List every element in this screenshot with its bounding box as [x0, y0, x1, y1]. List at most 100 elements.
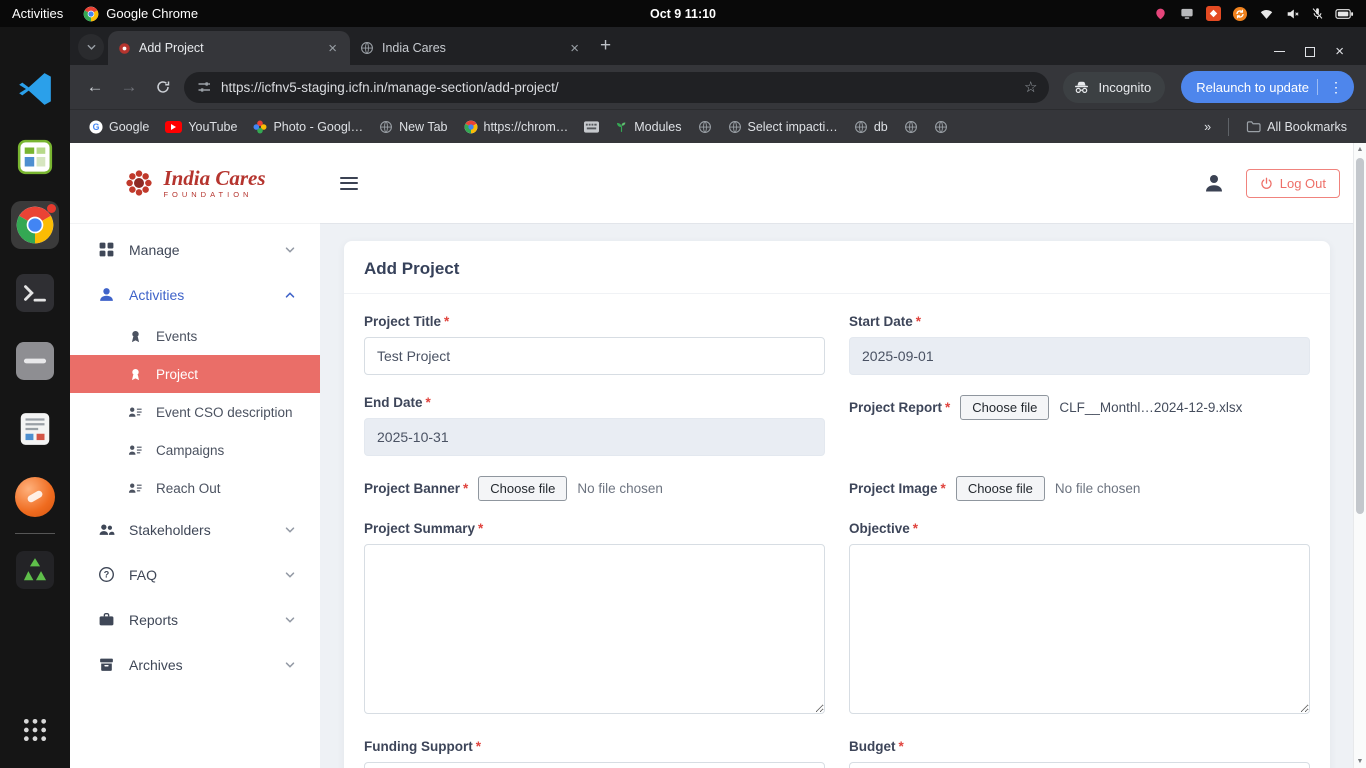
app-grid-button[interactable]	[11, 706, 59, 754]
project-summary-textarea[interactable]	[364, 544, 825, 714]
minimize-button[interactable]	[1274, 51, 1285, 53]
brand-logo[interactable]: India Cares FOUNDATION	[70, 167, 320, 199]
bookmark-select-impact[interactable]: Select impacti…	[721, 116, 845, 138]
divider	[1317, 79, 1318, 95]
chrome-dock-icon[interactable]	[11, 201, 59, 249]
sidebar-item-project[interactable]: Project	[70, 355, 320, 393]
browser-menu-icon[interactable]: ⋮	[1326, 79, 1346, 96]
budget-input[interactable]	[849, 762, 1310, 768]
project-report-choose-file-button[interactable]: Choose file	[960, 395, 1049, 420]
sidebar-item-archives[interactable]: Archives	[70, 642, 320, 687]
scroll-down-arrow[interactable]: ▼	[1357, 755, 1364, 768]
tab-close-icon[interactable]: ×	[567, 39, 582, 58]
recycle-app-icon[interactable]	[11, 546, 59, 594]
youtube-icon	[165, 121, 182, 133]
sidebar-item-reports[interactable]: Reports	[70, 597, 320, 642]
system-tray[interactable]	[1153, 6, 1354, 22]
sidebar-item-events[interactable]: Events	[70, 317, 320, 355]
activities-button[interactable]: Activities	[12, 6, 63, 21]
start-date-label: Start Date*	[849, 314, 1310, 329]
sidebar-item-campaigns[interactable]: Campaigns	[70, 431, 320, 469]
page-scrollbar[interactable]: ▲ ▼	[1353, 143, 1366, 768]
package-app-icon[interactable]	[11, 337, 59, 385]
reload-button[interactable]	[150, 74, 176, 100]
required-asterisk: *	[463, 481, 468, 496]
maximize-button[interactable]	[1305, 47, 1315, 57]
google-photos-icon	[253, 120, 267, 134]
vscode-icon[interactable]	[11, 65, 59, 113]
user-avatar-icon[interactable]	[1202, 171, 1226, 195]
back-button[interactable]: ←	[82, 74, 108, 100]
bookmark-icon-only-globe[interactable]	[897, 116, 925, 138]
scrollbar-thumb[interactable]	[1356, 158, 1364, 514]
os-topbar: Activities Google Chrome Oct 9 11:10	[0, 0, 1366, 27]
chevron-down-icon	[284, 614, 296, 626]
chevron-down-icon	[284, 569, 296, 581]
chevron-down-icon	[284, 524, 296, 536]
globe-icon	[360, 41, 374, 55]
add-project-card: Add Project Project Title* Start Date*	[344, 241, 1330, 768]
sidebar-item-activities[interactable]: Activities	[70, 272, 320, 317]
bookmark-star-icon[interactable]: ☆	[1024, 78, 1037, 96]
tray-app-icon-gray	[1179, 6, 1195, 21]
drawing-app-icon[interactable]	[11, 473, 59, 521]
bookmark-icon-only-globe[interactable]	[927, 116, 955, 138]
project-report-file-name: CLF__Monthl…2024-12-9.xlsx	[1059, 400, 1242, 415]
tray-app-icon-orange	[1206, 6, 1221, 21]
divider	[1228, 118, 1229, 136]
relaunch-to-update-button[interactable]: Relaunch to update ⋮	[1181, 71, 1354, 103]
bookmark-youtube[interactable]: YouTube	[158, 116, 244, 138]
tab-add-project[interactable]: Add Project ×	[108, 31, 350, 65]
funding-support-input[interactable]	[364, 762, 825, 768]
clock[interactable]: Oct 9 11:10	[650, 7, 716, 21]
folder-icon	[1246, 120, 1261, 133]
project-image-choose-file-button[interactable]: Choose file	[956, 476, 1045, 501]
terminal-icon[interactable]	[11, 269, 59, 317]
scroll-up-arrow[interactable]: ▲	[1357, 143, 1364, 156]
all-bookmarks-button[interactable]: All Bookmarks	[1239, 116, 1354, 138]
new-tab-button[interactable]: +	[592, 35, 619, 65]
forward-button[interactable]: →	[116, 74, 142, 100]
libreoffice-calc-icon[interactable]	[11, 133, 59, 181]
sidebar-item-stakeholders[interactable]: Stakeholders	[70, 507, 320, 552]
tab-favicon	[118, 42, 131, 55]
url-text[interactable]: https://icfnv5-staging.icfn.in/manage-se…	[221, 80, 1015, 95]
bookmark-icon-only-globe[interactable]	[691, 116, 719, 138]
bookmark-db[interactable]: db	[847, 116, 895, 138]
end-date-input[interactable]	[364, 418, 825, 456]
person-list-icon	[128, 405, 143, 420]
bookmark-photos[interactable]: Photo - Googl…	[246, 116, 370, 138]
software-update-icon	[1232, 6, 1248, 22]
bookmark-new-tab[interactable]: New Tab	[372, 116, 454, 138]
document-viewer-icon[interactable]	[11, 405, 59, 453]
tab-india-cares[interactable]: India Cares ×	[350, 31, 592, 65]
sidebar-toggle-button[interactable]	[334, 171, 364, 196]
objective-textarea[interactable]	[849, 544, 1310, 714]
project-title-input[interactable]	[364, 337, 825, 375]
tab-search-button[interactable]	[78, 34, 104, 60]
chevron-down-icon	[284, 244, 296, 256]
sidebar-item-reach-out[interactable]: Reach Out	[70, 469, 320, 507]
logout-button[interactable]: Log Out	[1246, 169, 1340, 198]
main-content: Add Project Project Title* Start Date*	[320, 223, 1366, 768]
tab-close-icon[interactable]: ×	[325, 39, 340, 58]
field-end-date: End Date*	[364, 395, 825, 456]
project-banner-choose-file-button[interactable]: Choose file	[478, 476, 567, 501]
close-window-button[interactable]: ×	[1335, 44, 1344, 59]
sidebar-item-manage[interactable]: Manage	[70, 227, 320, 272]
sidebar-item-faq[interactable]: ? FAQ	[70, 552, 320, 597]
focused-app-indicator[interactable]: Google Chrome	[83, 6, 198, 22]
bookmark-chrome-link[interactable]: https://chrom…	[457, 116, 576, 138]
site-settings-icon[interactable]	[196, 79, 212, 95]
browser-toolbar: ← → https://icfnv5-staging.icfn.in/manag…	[70, 65, 1366, 109]
page-title: Add Project	[364, 259, 459, 278]
required-asterisk: *	[426, 395, 431, 410]
bookmarks-overflow-button[interactable]: »	[1197, 116, 1218, 138]
bookmark-google[interactable]: GGoogle	[82, 116, 156, 138]
archive-box-icon	[98, 656, 115, 673]
bookmark-icon-only-keyboard[interactable]	[577, 117, 606, 137]
start-date-input[interactable]	[849, 337, 1310, 375]
sidebar-item-event-cso-description[interactable]: Event CSO description	[70, 393, 320, 431]
bookmark-modules[interactable]: Modules	[608, 116, 688, 138]
address-bar[interactable]: https://icfnv5-staging.icfn.in/manage-se…	[184, 72, 1049, 103]
